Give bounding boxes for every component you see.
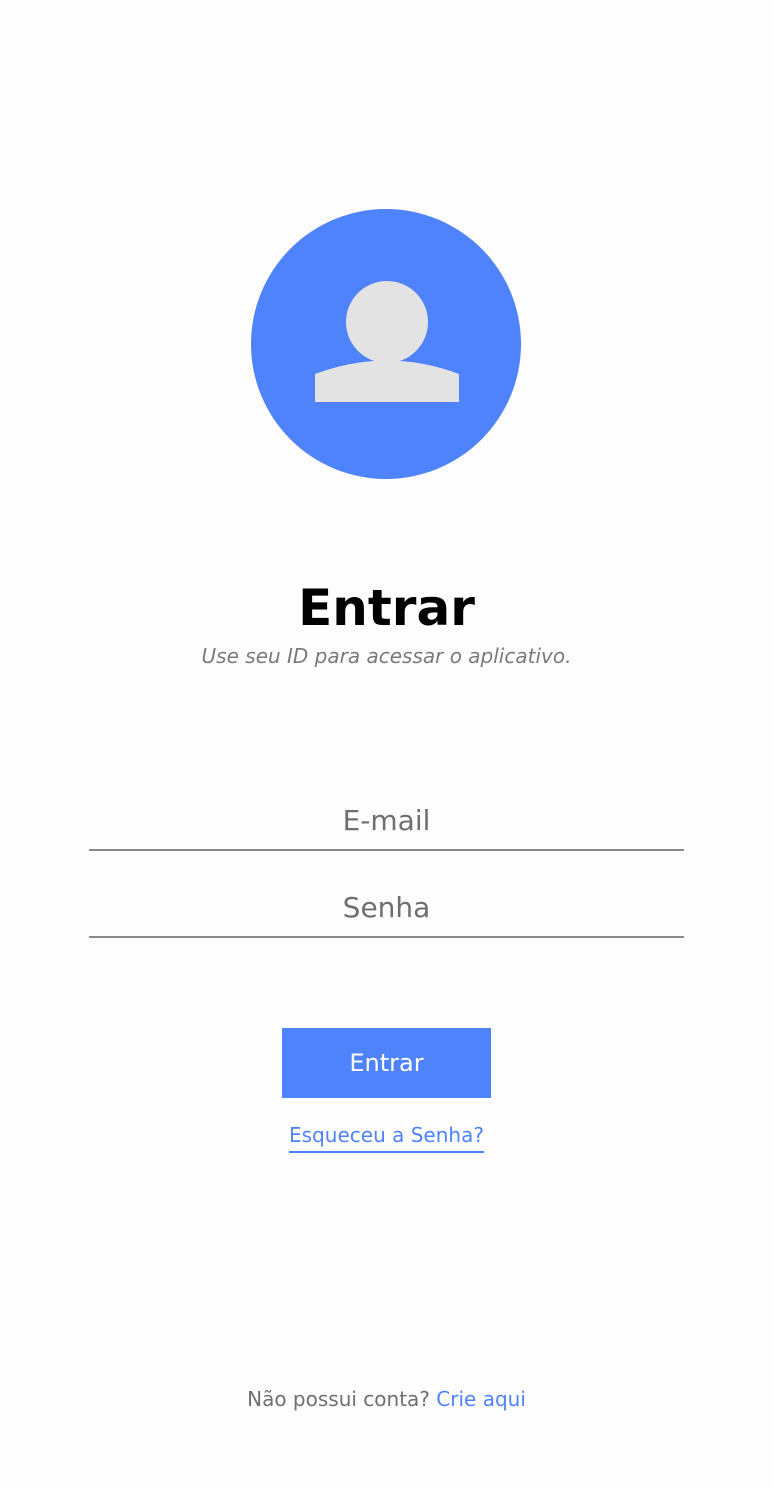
email-field[interactable] <box>89 791 684 851</box>
user-avatar-icon <box>315 281 459 402</box>
signup-row: Não possui conta? Crie aqui <box>0 1385 773 1413</box>
forgot-password-row: Esqueceu a Senha? <box>0 1121 773 1153</box>
avatar <box>251 209 521 479</box>
signup-link[interactable]: Crie aqui <box>436 1387 526 1411</box>
password-field[interactable] <box>89 878 684 938</box>
page-title: Entrar <box>298 579 475 637</box>
signup-prompt: Não possui conta? <box>247 1387 430 1411</box>
page-subtitle: Use seu ID para acessar o aplicativo. <box>201 644 572 668</box>
login-button[interactable]: Entrar <box>282 1028 491 1098</box>
forgot-password-link[interactable]: Esqueceu a Senha? <box>289 1121 484 1153</box>
